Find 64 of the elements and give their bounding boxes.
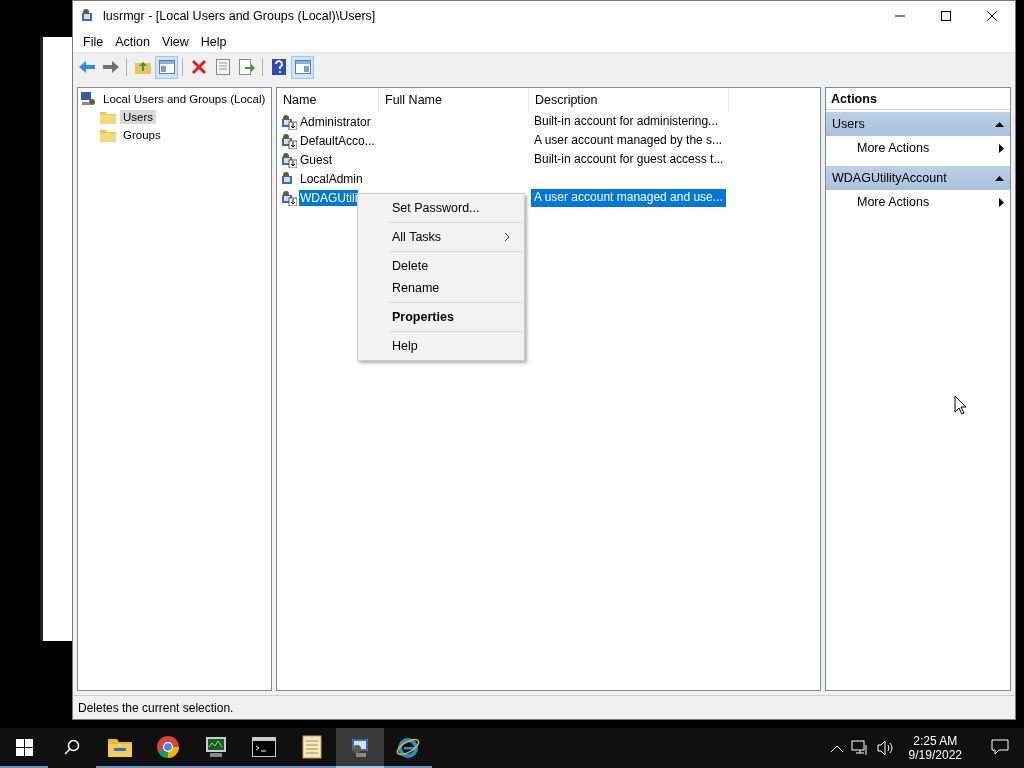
clock-date[interactable]: 9/19/2022 (908, 748, 962, 762)
status-text: Deletes the current selection. (73, 695, 1015, 719)
taskbar-app-button[interactable] (336, 728, 384, 768)
action-section-header[interactable]: WDAGUtilityAccount (826, 166, 1010, 190)
help-icon (271, 59, 286, 75)
folder-icon (100, 128, 116, 142)
delete-icon (190, 59, 207, 75)
column-header[interactable]: Full Name (379, 88, 529, 112)
menu-item[interactable]: Help (194, 32, 233, 51)
notification-icon (991, 739, 1009, 755)
window-title: lusrmgr - [Local Users and Groups (Local)\Users] (103, 9, 377, 23)
computer-icon (80, 91, 96, 107)
back-arrow-icon (78, 60, 95, 74)
maximize-icon (941, 11, 951, 21)
forward-arrow-icon (102, 60, 119, 74)
menu-item[interactable]: Action (109, 32, 156, 51)
toolbar-button[interactable] (291, 55, 314, 79)
column-header[interactable]: Description (529, 88, 729, 112)
action-pane-icon (294, 60, 311, 74)
clock-time[interactable]: 2:25 AM (913, 734, 958, 748)
column-header[interactable]: Name (277, 88, 379, 112)
context-menu-item[interactable]: Rename (360, 277, 522, 299)
context-menu-item[interactable]: Delete (360, 255, 522, 277)
user-description: A user account managed and use... (531, 188, 726, 207)
collapse-icon (995, 121, 1004, 127)
action-section-header[interactable]: Users (826, 112, 1010, 136)
chrome-icon (157, 736, 179, 758)
actions-title: Actions (826, 88, 1010, 110)
toolbar-button[interactable] (155, 55, 178, 79)
close-icon (987, 11, 997, 21)
search-icon (64, 739, 80, 755)
chevron-up-icon[interactable] (830, 744, 843, 752)
notepad-icon (302, 735, 322, 759)
windows-logo-icon (15, 738, 33, 756)
network-icon[interactable] (850, 740, 869, 756)
submenu-arrow-icon (999, 197, 1004, 207)
action-item[interactable]: More Actions (826, 136, 1010, 160)
menu-item[interactable]: File (77, 32, 110, 51)
menu-item[interactable]: View (155, 32, 195, 51)
submenu-arrow-icon (999, 143, 1004, 153)
mouse-cursor-icon (954, 395, 967, 415)
properties-icon (215, 59, 230, 75)
context-menu-item[interactable]: Help (360, 335, 522, 357)
volume-icon[interactable] (876, 740, 895, 756)
monitor-icon (204, 736, 228, 758)
action-item[interactable]: More Actions (826, 190, 1010, 214)
user-description: A user account managed by the s... (533, 131, 724, 149)
internet-explorer-icon (396, 735, 420, 759)
folder-icon (100, 110, 116, 124)
context-menu-item[interactable]: All Tasks (360, 226, 522, 248)
collapse-icon (995, 175, 1004, 181)
folder-icon (108, 737, 132, 757)
folder-up-icon (134, 59, 151, 75)
context-menu-item[interactable]: Properties (360, 306, 522, 328)
user-name[interactable]: LocalAdmin (299, 170, 364, 187)
tree-item[interactable]: Groups (120, 128, 164, 142)
tree-item[interactable]: Local Users and Groups (Local) (100, 92, 269, 106)
export-list-icon (238, 59, 255, 75)
user-description: Built-in account for guest access t... (533, 150, 725, 168)
context-menu-item[interactable]: Set Password... (360, 197, 522, 219)
user-description: Built-in account for administering... (533, 112, 720, 130)
tree-pane-icon (158, 60, 175, 74)
tree-item[interactable]: Users (120, 110, 157, 124)
command-prompt-icon (252, 737, 276, 757)
